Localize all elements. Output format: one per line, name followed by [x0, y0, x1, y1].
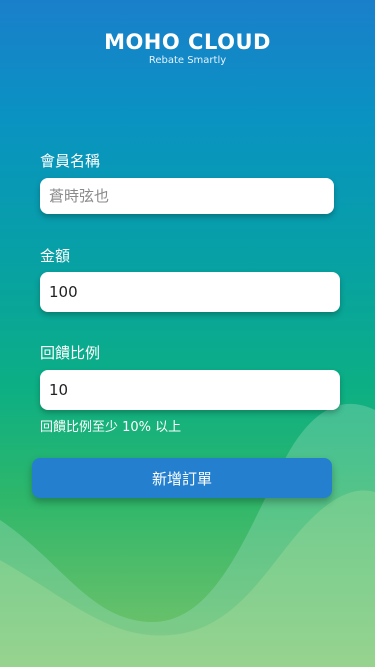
rebate-ratio-input[interactable]	[40, 370, 340, 410]
order-form: 會員名稱 金額 回饋比例 回饋比例至少 10% 以上 新增訂單	[0, 0, 375, 667]
amount-label: 金額	[40, 247, 71, 265]
rebate-ratio-hint: 回饋比例至少 10% 以上	[40, 420, 182, 435]
amount-input[interactable]	[40, 272, 340, 312]
rebate-ratio-label: 回饋比例	[40, 344, 101, 362]
add-order-button[interactable]: 新增訂單	[32, 458, 332, 498]
member-name-label: 會員名稱	[40, 152, 101, 170]
member-name-input[interactable]	[40, 178, 334, 214]
